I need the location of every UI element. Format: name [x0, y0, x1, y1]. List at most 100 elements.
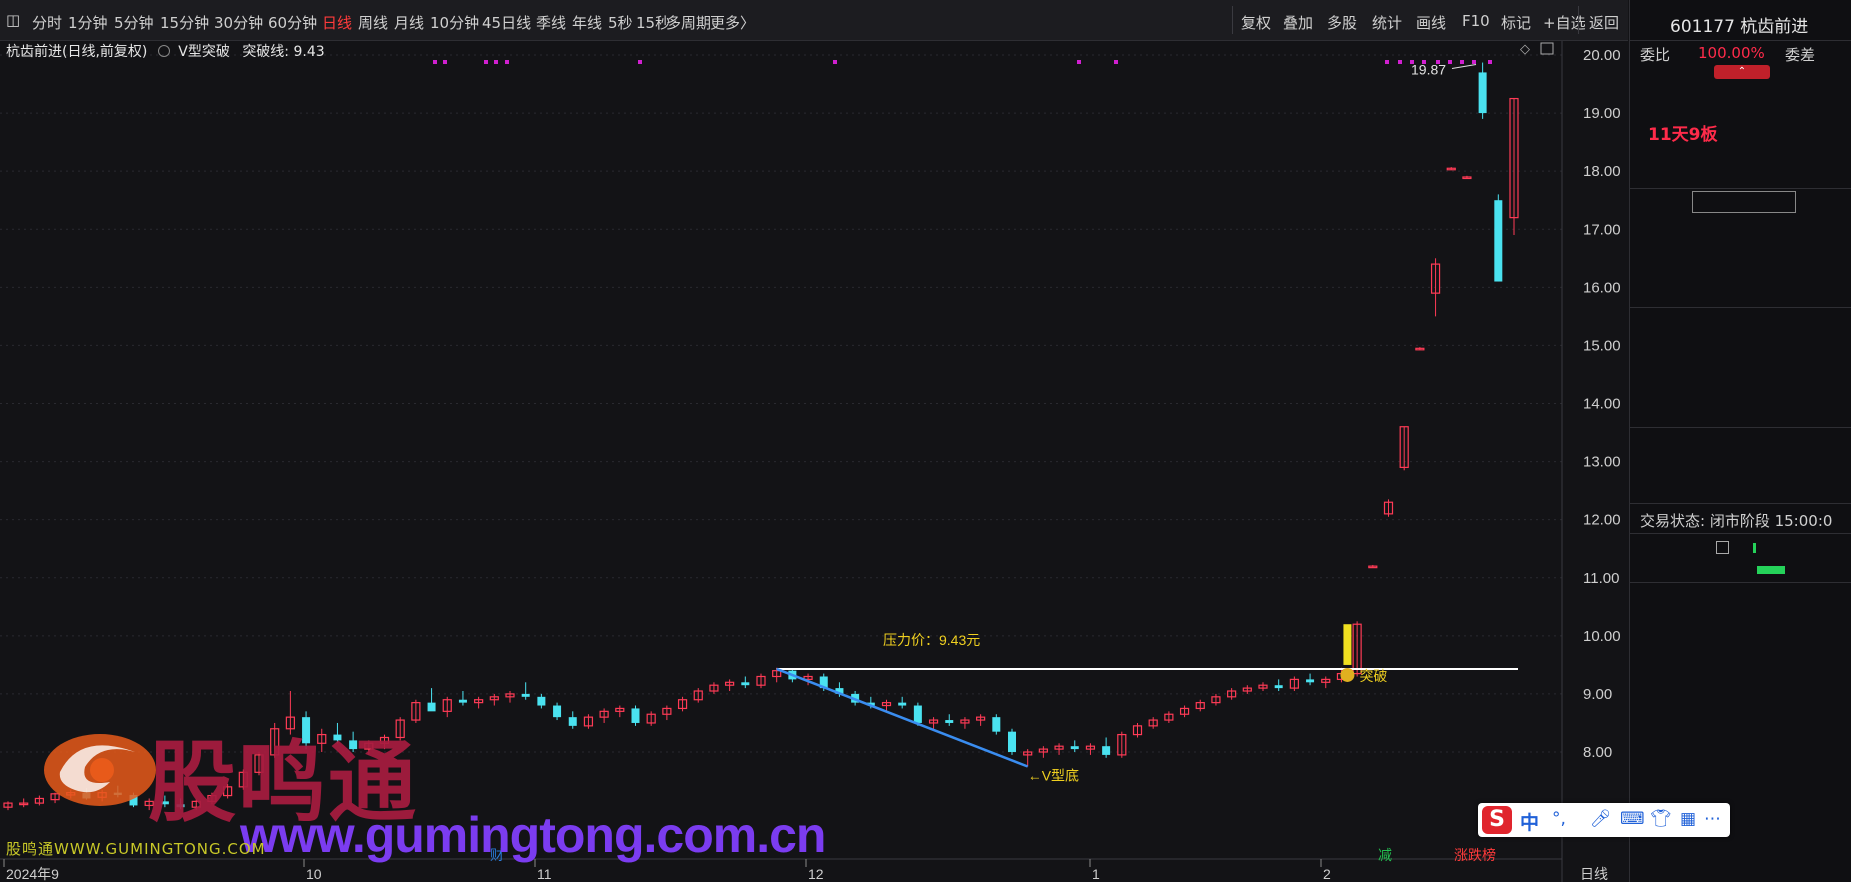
- candle-body: [1306, 679, 1315, 683]
- x-tick-label: 2: [1323, 866, 1331, 882]
- candle-body: [1494, 200, 1503, 282]
- signal-dot: [1436, 60, 1440, 64]
- toolbar-button-7[interactable]: +自选: [1543, 12, 1586, 33]
- flow-bar: [1757, 566, 1785, 574]
- y-tick-label: 19.00: [1583, 105, 1621, 122]
- toolbar-button-2[interactable]: 多股: [1327, 12, 1357, 33]
- bid-highlight: [1692, 191, 1796, 213]
- signal-dot: [1114, 60, 1118, 64]
- sogou-icon[interactable]: S: [1482, 806, 1512, 834]
- signal-dot: [1488, 60, 1492, 64]
- toolbar-button-5[interactable]: F10: [1462, 12, 1490, 30]
- tab-timeframe-0[interactable]: 分时: [32, 12, 62, 33]
- signal-dot: [1410, 60, 1414, 64]
- y-tick-label: 8.00: [1583, 744, 1612, 761]
- signal-dot: [638, 60, 642, 64]
- tab-timeframe-1[interactable]: 1分钟: [68, 12, 108, 33]
- y-tick-label: 12.00: [1583, 512, 1621, 529]
- y-tick-label: 17.00: [1583, 221, 1621, 238]
- signal-dot: [1460, 60, 1464, 64]
- break-coin-icon: [1340, 667, 1355, 682]
- ime-toolbar[interactable]: S 中 °, 🎤︎ ⌨ 👕︎ ▦ ⋯: [1478, 803, 1730, 837]
- event-marker[interactable]: 涨跌榜: [1454, 847, 1496, 863]
- toolbar: ◫ 分时 1分钟 5分钟 15分钟 30分钟 60分钟 日线 周线 月线 10分钟 45日线 季线 年线 5…: [0, 0, 1628, 41]
- watermark-small: 股鸣通WWW.GUMINGTONG.COM: [6, 840, 266, 858]
- signal-dot: [1422, 60, 1426, 64]
- toolbar-button-1[interactable]: 叠加: [1283, 12, 1313, 33]
- panel-toggle-icon[interactable]: ◫: [6, 11, 20, 29]
- keyboard-icon[interactable]: ⌨: [1620, 809, 1645, 829]
- toolbar-button-4[interactable]: 画线: [1416, 12, 1446, 33]
- microphone-icon[interactable]: 🎤︎: [1590, 809, 1612, 829]
- watermark-url: www.gumingtong.com.cn: [240, 807, 826, 863]
- y-tick-label: 9.00: [1583, 686, 1612, 703]
- brand-logo: [44, 734, 156, 806]
- chart-title: 杭齿前进(日线,前复权): [6, 44, 148, 60]
- tab-timeframe-13[interactable]: 5秒: [608, 12, 633, 33]
- signal-dot: [443, 60, 447, 64]
- indicator-value: 突破线: 9.43: [242, 44, 325, 60]
- quote-panel: 601177 杭齿前进 委比 100.00% 委差 ⌃ 11天9板 交易状态: …: [1629, 0, 1851, 882]
- signal-dot: [494, 60, 498, 64]
- candle-body: [537, 696, 546, 706]
- tab-timeframe-14[interactable]: 15秒: [636, 12, 670, 33]
- signal-dot: [484, 60, 488, 64]
- ime-lang-toggle[interactable]: 中: [1520, 808, 1539, 835]
- v-bottom-line: [776, 667, 1029, 768]
- event-marker[interactable]: 减: [1378, 847, 1392, 863]
- ime-punct-toggle[interactable]: °,: [1552, 809, 1566, 829]
- webi-label: 委比: [1640, 46, 1671, 64]
- y-tick-label: 20.00: [1583, 47, 1621, 64]
- skin-icon[interactable]: 👕︎: [1650, 809, 1672, 829]
- collapse-icon[interactable]: ⌃: [1714, 65, 1770, 79]
- y-tick-label: 15.00: [1583, 337, 1621, 354]
- candle-body: [1102, 746, 1111, 755]
- toolbox-icon[interactable]: ▦: [1680, 809, 1696, 829]
- break-label: 突破: [1359, 668, 1387, 684]
- toolbar-button-0[interactable]: 复权: [1241, 12, 1271, 33]
- y-tick-label: 14.00: [1583, 396, 1621, 413]
- diamond-icon[interactable]: ◇: [1520, 42, 1530, 57]
- list-icon[interactable]: [1716, 541, 1729, 554]
- tab-timeframe-12[interactable]: 年线: [572, 12, 602, 33]
- signal-dot: [1385, 60, 1389, 64]
- more-icon[interactable]: ⋯: [1704, 809, 1721, 829]
- candle-body: [1478, 72, 1487, 114]
- tab-timeframe-2[interactable]: 5分钟: [114, 12, 154, 33]
- window-icon[interactable]: [1540, 42, 1554, 55]
- x-tick-label: 11: [537, 866, 552, 882]
- tab-timeframe-15[interactable]: 多周期: [666, 12, 711, 33]
- x-tick-label: 12: [808, 866, 824, 882]
- candle-body: [1008, 731, 1016, 752]
- signal-dot: [505, 60, 509, 64]
- tab-timeframe-4[interactable]: 30分钟: [214, 12, 263, 33]
- tab-timeframe-11[interactable]: 季线: [536, 12, 566, 33]
- toolbar-button-6[interactable]: 标记: [1501, 12, 1531, 33]
- trade-status: 交易状态: 闭市阶段 15:00:0: [1640, 512, 1833, 530]
- tab-timeframe-3[interactable]: 15分钟: [160, 12, 209, 33]
- candle-body: [568, 717, 577, 726]
- tab-timeframe-7[interactable]: 周线: [358, 12, 388, 33]
- tab-timeframe-10[interactable]: 45日线: [482, 12, 531, 33]
- pressure-label: 压力价：9.43元: [883, 632, 980, 648]
- tab-timeframe-9[interactable]: 10分钟: [430, 12, 479, 33]
- tab-timeframe-16[interactable]: 更多〉: [710, 12, 755, 33]
- tab-timeframe-8[interactable]: 月线: [394, 12, 424, 33]
- indicator-toggle-icon[interactable]: [157, 45, 170, 57]
- y-tick-label: 11.00: [1583, 570, 1619, 587]
- x-tick-label: 日线: [1580, 866, 1608, 882]
- y-tick-label: 18.00: [1583, 163, 1621, 180]
- tab-timeframe-5[interactable]: 60分钟: [268, 12, 317, 33]
- stock-code-name: 601177 杭齿前进: [1670, 17, 1809, 37]
- tab-timeframe-6[interactable]: 日线: [322, 12, 352, 33]
- signal-dot: [433, 60, 437, 64]
- toolbar-button-8[interactable]: 返回: [1589, 12, 1619, 33]
- candle-body: [741, 682, 750, 686]
- candle-body: [631, 708, 640, 723]
- x-tick-label: 2024年9: [6, 866, 59, 882]
- toolbar-button-3[interactable]: 统计: [1372, 12, 1402, 33]
- candle-body: [521, 693, 530, 697]
- candle-body: [1070, 746, 1079, 750]
- candle-body: [992, 717, 1001, 732]
- signal-dot: [833, 60, 837, 64]
